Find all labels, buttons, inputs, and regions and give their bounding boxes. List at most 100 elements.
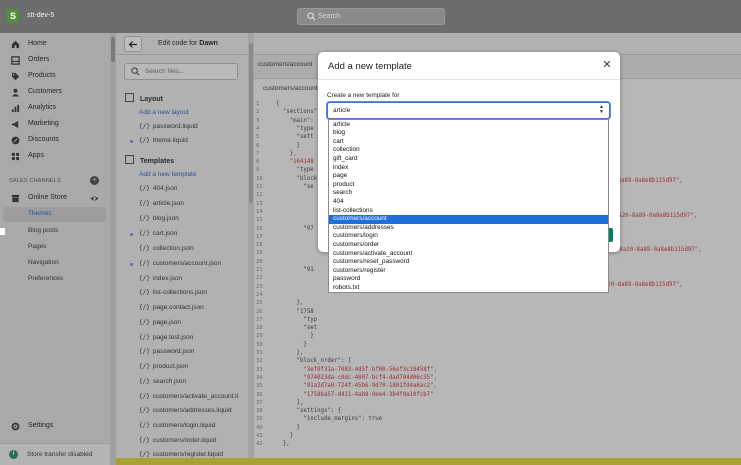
nav-label-online-store: Online Store bbox=[28, 194, 67, 201]
template-option[interactable]: customers/addresses bbox=[329, 224, 608, 233]
nav-item-apps[interactable]: Apps bbox=[0, 149, 110, 164]
nav-label-products: Products bbox=[28, 72, 56, 79]
apps-icon bbox=[11, 152, 20, 161]
file-code-icon: {/} bbox=[139, 393, 150, 400]
nav-item-customers[interactable]: Customers bbox=[0, 85, 110, 100]
template-option[interactable]: password bbox=[329, 275, 608, 284]
file-name: password.liquid bbox=[152, 123, 198, 130]
file-item[interactable]: {/} page.json bbox=[139, 319, 181, 326]
search-files-input[interactable]: Search files... bbox=[124, 63, 238, 80]
file-name: product.json bbox=[152, 363, 189, 370]
template-option[interactable]: gift_card bbox=[329, 155, 608, 164]
line-number: 39 bbox=[256, 416, 263, 423]
nav-sub-themes[interactable]: Themes bbox=[3, 207, 106, 222]
file-item[interactable]: {/} customers/activate_account.li bbox=[139, 393, 238, 400]
template-option[interactable]: customers/account bbox=[329, 215, 608, 224]
template-option[interactable]: index bbox=[329, 164, 608, 173]
template-option[interactable]: page bbox=[329, 172, 608, 181]
template-option[interactable]: article bbox=[329, 121, 608, 130]
nav-item-products[interactable]: Products bbox=[0, 69, 110, 84]
code-line: }, bbox=[276, 150, 297, 157]
file-item[interactable]: {/} customers/register.liquid bbox=[139, 451, 223, 458]
file-name: password.json bbox=[152, 348, 195, 355]
file-name: customers/activate_account.li bbox=[152, 393, 239, 400]
file-item[interactable]: {/} blog.json bbox=[139, 215, 179, 222]
add-layout-link[interactable]: Add a new layout bbox=[139, 109, 189, 116]
nav-item-analytics[interactable]: Analytics bbox=[0, 101, 110, 116]
editor-tab[interactable]: customers/account bbox=[258, 61, 313, 68]
file-item[interactable]: {/} list-collections.json bbox=[139, 289, 207, 296]
template-type-options[interactable]: article blog cart collection gift_card index p… bbox=[328, 119, 609, 293]
line-number: 42 bbox=[256, 441, 263, 448]
file-item[interactable]: {/} password.liquid bbox=[139, 123, 198, 130]
file-name: customers/account.json bbox=[152, 260, 222, 267]
file-item[interactable]: {/} index.json bbox=[139, 275, 182, 282]
file-item[interactable]: {/} customers/account.json bbox=[139, 260, 221, 267]
layout-section-label: Layout bbox=[140, 96, 163, 103]
nav-label-settings: Settings bbox=[28, 422, 54, 429]
nav-item-home[interactable]: Home bbox=[0, 37, 110, 52]
template-option[interactable]: robots.txt bbox=[329, 284, 608, 293]
template-option[interactable]: customers/reset_password bbox=[329, 258, 608, 267]
file-item[interactable]: {/} page.test.json bbox=[139, 334, 193, 341]
nav-sub-preferences[interactable]: Preferences bbox=[28, 275, 63, 282]
file-panel-scrollbar-thumb[interactable] bbox=[249, 43, 253, 203]
template-option[interactable]: customers/login bbox=[329, 232, 608, 241]
file-item[interactable]: {/} page.contact.json bbox=[139, 304, 204, 311]
template-option[interactable]: list-collections bbox=[329, 207, 608, 216]
nav-item-discounts[interactable]: Discounts bbox=[0, 133, 110, 148]
template-option[interactable]: customers/register bbox=[329, 267, 608, 276]
file-item[interactable]: {/} cart.json bbox=[139, 230, 177, 237]
store-name[interactable]: stt-dev-5 bbox=[27, 12, 54, 19]
template-option[interactable]: customers/order bbox=[329, 241, 608, 250]
nav-item-orders[interactable]: Orders bbox=[0, 53, 110, 68]
file-name: article.json bbox=[152, 200, 184, 207]
nav-sub-pages[interactable]: Pages bbox=[28, 243, 46, 250]
templates-section-heading[interactable]: Templates bbox=[125, 155, 174, 165]
file-item[interactable]: {/} customers/addresses.liquid bbox=[139, 407, 232, 414]
file-item[interactable]: {/} customers/login.liquid bbox=[139, 422, 215, 429]
nav-item-settings[interactable]: Settings bbox=[0, 419, 110, 434]
code-line: "91 bbox=[276, 267, 314, 273]
close-icon[interactable]: ✕ bbox=[601, 59, 613, 71]
global-search-input[interactable]: Search bbox=[297, 8, 445, 25]
template-option[interactable]: 404 bbox=[329, 198, 608, 207]
nav-label-apps: Apps bbox=[28, 152, 44, 159]
file-item[interactable]: {/} article.json bbox=[139, 200, 184, 207]
template-option[interactable]: cart bbox=[329, 138, 608, 147]
back-button[interactable] bbox=[124, 36, 142, 52]
code-line: "164148 bbox=[276, 159, 314, 166]
file-item[interactable]: {/} collection.json bbox=[139, 245, 194, 252]
template-type-select[interactable]: article ▲ ▼ bbox=[327, 102, 610, 119]
template-option[interactable]: product bbox=[329, 181, 608, 190]
add-template-link[interactable]: Add a new template bbox=[139, 171, 196, 178]
file-item[interactable]: {/} product.json bbox=[139, 363, 188, 370]
nav-item-marketing[interactable]: Marketing bbox=[0, 117, 110, 132]
code-line: "974023da-c0dc-4007-bcf4-dad704d06c35", bbox=[276, 374, 437, 381]
nav-sub-navigation[interactable]: Navigation bbox=[28, 259, 59, 266]
store-transfer-status[interactable]: i Store transfer disabled bbox=[0, 443, 110, 465]
file-item[interactable]: {/} 404.json bbox=[139, 185, 177, 192]
eye-icon[interactable] bbox=[90, 194, 99, 203]
megaphone-icon bbox=[11, 120, 19, 129]
nav-scrollbar-thumb[interactable] bbox=[111, 37, 115, 62]
file-item[interactable]: {/} password.json bbox=[139, 348, 194, 355]
add-sales-channel-icon[interactable]: + bbox=[90, 176, 99, 185]
code-fragment: c-4a20-8a89-0a8e8b115d97", bbox=[608, 213, 698, 219]
file-item[interactable]: {/} theme.liquid bbox=[139, 137, 188, 144]
template-option[interactable]: search bbox=[329, 189, 608, 198]
line-number: 38 bbox=[256, 408, 263, 415]
template-option[interactable]: blog bbox=[329, 129, 608, 138]
line-number: 1 bbox=[256, 101, 260, 107]
shopify-logo-icon[interactable]: S bbox=[7, 9, 19, 23]
file-item[interactable]: {/} customers/order.liquid bbox=[139, 437, 216, 444]
file-name: customers/login.liquid bbox=[152, 422, 216, 429]
template-option[interactable]: collection bbox=[329, 146, 608, 155]
layout-section-heading[interactable]: Layout bbox=[125, 93, 163, 103]
nav-sub-blog-posts[interactable]: Blog posts bbox=[28, 227, 58, 234]
line-number: 15 bbox=[256, 217, 263, 224]
gear-icon bbox=[11, 422, 20, 431]
modified-dot bbox=[130, 140, 133, 143]
file-item[interactable]: {/} search.json bbox=[139, 378, 186, 385]
template-option[interactable]: customers/activate_account bbox=[329, 250, 608, 259]
